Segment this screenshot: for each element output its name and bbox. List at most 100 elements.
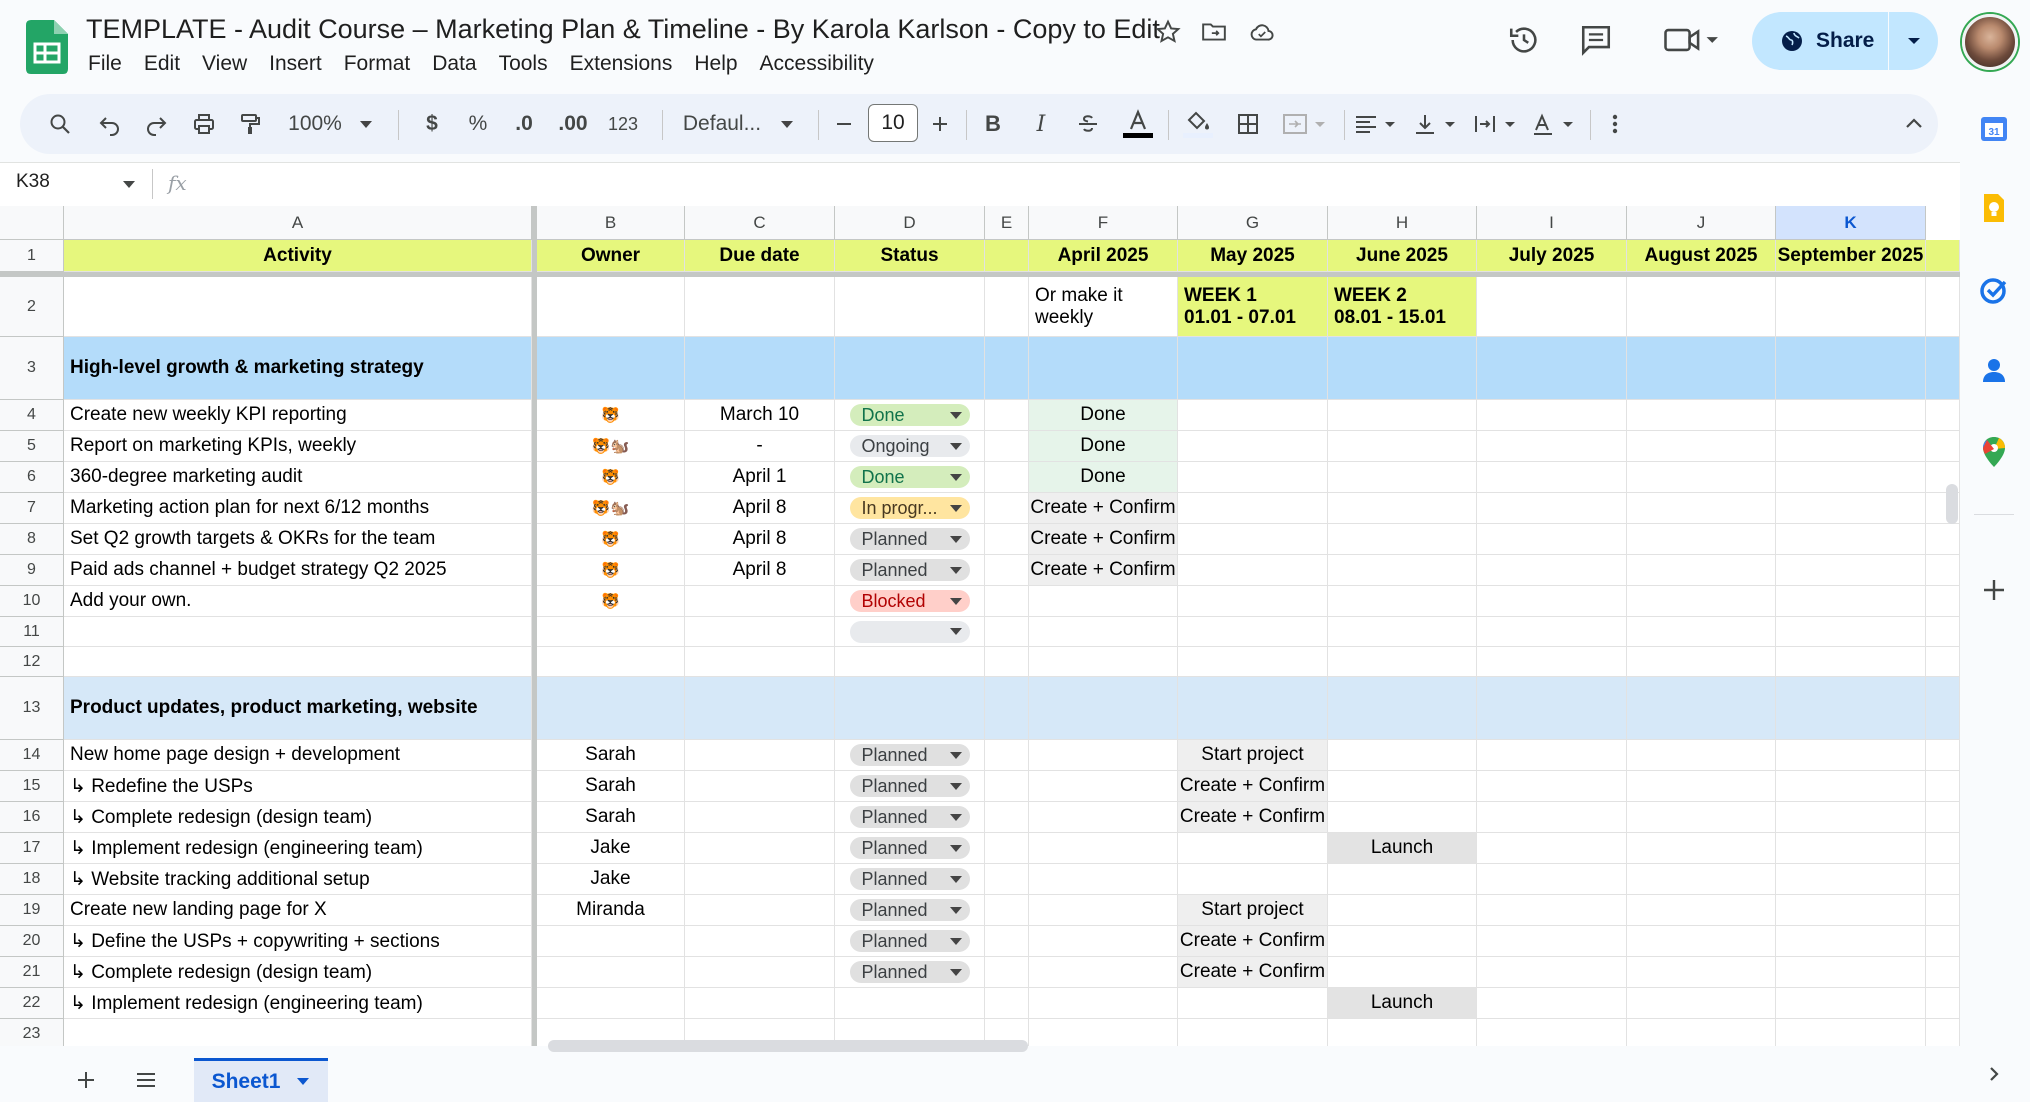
cell-week2[interactable]: WEEK 2 08.01 - 15.01 <box>1328 277 1477 337</box>
menu-insert[interactable]: Insert <box>258 52 333 76</box>
row-header-13[interactable]: 13 <box>0 677 64 740</box>
cell-h3[interactable] <box>1328 337 1477 400</box>
cell-i12[interactable] <box>1477 647 1627 677</box>
italic-button[interactable]: I <box>1022 94 1060 154</box>
cell-k7[interactable] <box>1776 493 1926 524</box>
owner-14[interactable]: Sarah <box>537 740 685 771</box>
cell-j13[interactable] <box>1627 677 1776 740</box>
cell-i3[interactable] <box>1477 337 1627 400</box>
cell-k2[interactable] <box>1776 277 1926 337</box>
timeline-g-17[interactable] <box>1178 833 1328 864</box>
timeline-h-18[interactable] <box>1328 864 1477 895</box>
cell-g9[interactable] <box>1178 555 1328 586</box>
header-l[interactable] <box>1926 240 1960 272</box>
activity-20[interactable]: ↳ Define the USPs + copywriting + sectio… <box>64 926 532 957</box>
cell-f15[interactable] <box>1029 771 1178 802</box>
cell-b12[interactable] <box>537 647 685 677</box>
activity-16[interactable]: ↳ Complete redesign (design team) <box>64 802 532 833</box>
cell-j19[interactable] <box>1627 895 1776 926</box>
timeline-g-20[interactable]: Create + Confirm <box>1178 926 1328 957</box>
cell-k16[interactable] <box>1776 802 1926 833</box>
owner-20[interactable] <box>537 926 685 957</box>
cell-j7[interactable] <box>1627 493 1776 524</box>
cell-i10[interactable] <box>1477 586 1627 617</box>
column-header-c[interactable]: C <box>685 206 835 240</box>
tasks-icon[interactable] <box>1976 272 2012 308</box>
header-month-5[interactable]: August 2025 <box>1627 240 1776 272</box>
column-header-e[interactable]: E <box>985 206 1029 240</box>
cell-g10[interactable] <box>1178 586 1328 617</box>
status-7[interactable]: In progr... <box>835 493 985 524</box>
cell-e12[interactable] <box>985 647 1029 677</box>
cell-e20[interactable] <box>985 926 1029 957</box>
owner-4[interactable]: 🐯 <box>537 400 685 431</box>
cell-e14[interactable] <box>985 740 1029 771</box>
activity-9[interactable]: Paid ads channel + budget strategy Q2 20… <box>64 555 532 586</box>
menu-help[interactable]: Help <box>683 52 748 76</box>
cell-f19[interactable] <box>1029 895 1178 926</box>
cell-i7[interactable] <box>1477 493 1627 524</box>
chevron-down-icon[interactable] <box>949 442 962 450</box>
activity-22[interactable]: ↳ Implement redesign (engineering team) <box>64 988 532 1019</box>
increase-decimal-button[interactable]: .00 <box>550 94 596 154</box>
spreadsheet-grid[interactable]: ABCDEFGHIJK 1 2 3 4 5 6 7 8 9 10 11 12 13 14 15 16 17 18 1… <box>0 206 1960 1046</box>
cell-c15[interactable] <box>685 771 835 802</box>
cell-j2[interactable] <box>1627 277 1776 337</box>
cell-f16[interactable] <box>1029 802 1178 833</box>
chevron-down-icon[interactable] <box>949 628 962 635</box>
more-options-icon[interactable] <box>1600 94 1630 154</box>
chevron-down-icon[interactable] <box>949 968 962 976</box>
status-chip[interactable]: Ongoing <box>849 435 970 457</box>
cell-l13[interactable] <box>1926 677 1960 740</box>
cell-k21[interactable] <box>1776 957 1926 988</box>
cell-f17[interactable] <box>1029 833 1178 864</box>
cell-l17[interactable] <box>1926 833 1960 864</box>
timeline-h-14[interactable] <box>1328 740 1477 771</box>
avatar[interactable] <box>1962 14 2018 70</box>
row-header-12[interactable]: 12 <box>0 647 64 677</box>
menu-file[interactable]: File <box>86 52 133 76</box>
show-side-panel-icon[interactable] <box>1976 1056 2012 1092</box>
owner-6[interactable]: 🐯 <box>537 462 685 493</box>
cell-e17[interactable] <box>985 833 1029 864</box>
sheet-tab-sheet1[interactable]: Sheet1 <box>194 1058 328 1102</box>
column-header-i[interactable]: I <box>1477 206 1627 240</box>
cell-j11[interactable] <box>1627 617 1776 647</box>
chevron-down-icon[interactable] <box>949 411 962 419</box>
cell-l15[interactable] <box>1926 771 1960 802</box>
cell-b13[interactable] <box>537 677 685 740</box>
cell-j14[interactable] <box>1627 740 1776 771</box>
cell-i23[interactable] <box>1477 1019 1627 1046</box>
status-22[interactable] <box>835 988 985 1019</box>
paint-format-icon[interactable] <box>230 94 270 154</box>
cell-e5[interactable] <box>985 431 1029 462</box>
cell-l21[interactable] <box>1926 957 1960 988</box>
cell-j12[interactable] <box>1627 647 1776 677</box>
vertical-scrollbar[interactable] <box>1946 484 1958 524</box>
cell-h13[interactable] <box>1328 677 1477 740</box>
chevron-down-icon[interactable] <box>949 906 962 914</box>
cell-j5[interactable] <box>1627 431 1776 462</box>
cell-j18[interactable] <box>1627 864 1776 895</box>
owner-17[interactable]: Jake <box>537 833 685 864</box>
timeline-g-22[interactable] <box>1178 988 1328 1019</box>
status-16[interactable]: Planned <box>835 802 985 833</box>
activity-7[interactable]: Marketing action plan for next 6/12 mont… <box>64 493 532 524</box>
cell-l18[interactable] <box>1926 864 1960 895</box>
cell-g7[interactable] <box>1178 493 1328 524</box>
cell-h5[interactable] <box>1328 431 1477 462</box>
header-owner[interactable]: Owner <box>537 240 685 272</box>
timeline-f-8[interactable]: Create + Confirm <box>1029 524 1178 555</box>
cell-l10[interactable] <box>1926 586 1960 617</box>
cell-h8[interactable] <box>1328 524 1477 555</box>
timeline-g-18[interactable] <box>1178 864 1328 895</box>
cell-d2[interactable] <box>835 277 985 337</box>
calendar-icon[interactable]: 31 <box>1976 110 2012 146</box>
due-8[interactable]: April 8 <box>685 524 835 555</box>
chevron-down-icon[interactable] <box>949 504 962 512</box>
status-chip[interactable]: In progr... <box>849 497 970 519</box>
cell-k15[interactable] <box>1776 771 1926 802</box>
header-status[interactable]: Status <box>835 240 985 272</box>
font-size-increase-icon[interactable] <box>920 94 960 154</box>
chevron-down-icon[interactable] <box>949 875 962 883</box>
